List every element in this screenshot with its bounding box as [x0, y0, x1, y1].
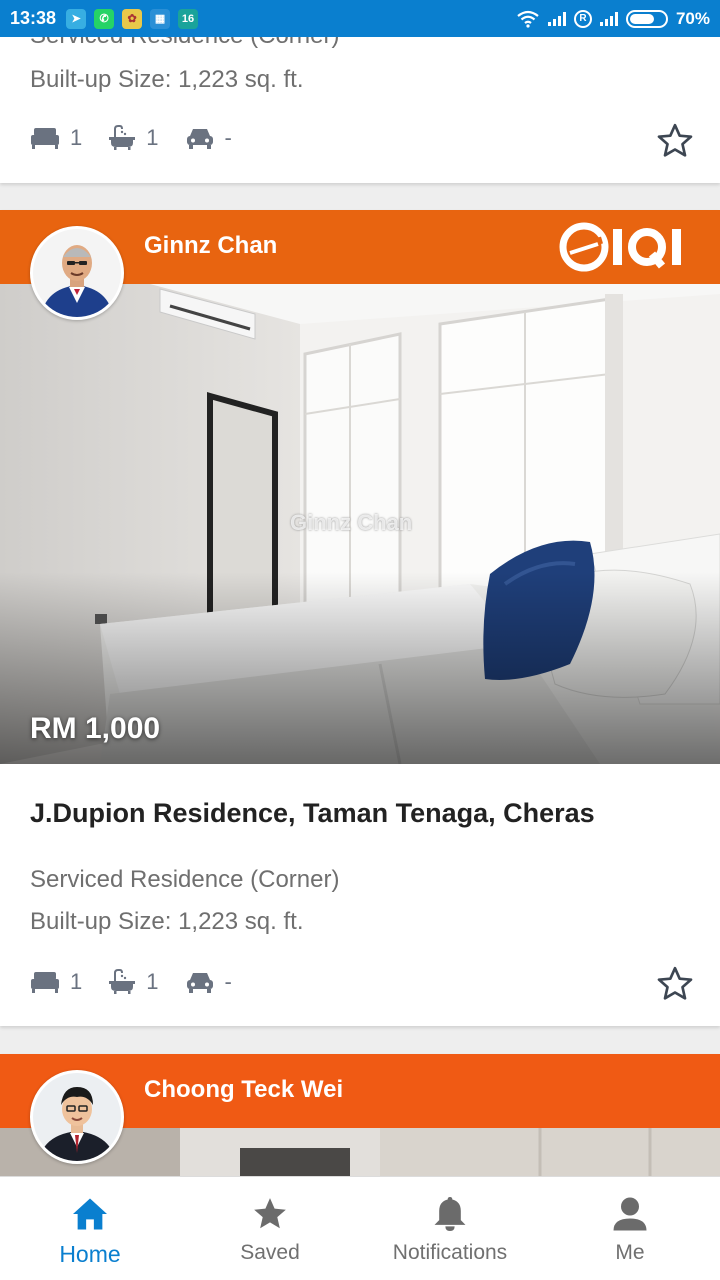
property-type: Serviced Residence (Corner)	[30, 866, 340, 893]
agent-name[interactable]: Choong Teck Wei	[144, 1076, 343, 1104]
wifi-icon	[517, 10, 539, 28]
bathroom-feature: 1	[108, 969, 159, 995]
app-notification-icon: ✿	[122, 8, 143, 29]
bottom-nav: Home Saved Notifications Me	[0, 1176, 720, 1280]
save-star-button[interactable]	[654, 963, 696, 1005]
agency-logo	[558, 220, 688, 279]
status-bar: 13:38 ➤ ✆ ✿ ▦ 16 R 70%	[0, 0, 720, 37]
bedroom-feature: 1	[30, 969, 82, 995]
calendar-icon: ▦	[150, 8, 171, 29]
home-icon	[71, 1193, 109, 1235]
nav-me[interactable]: Me	[540, 1177, 720, 1280]
bed-icon	[31, 128, 59, 149]
bathroom-feature: 1	[108, 125, 159, 151]
bedroom-count: 1	[70, 969, 83, 994]
star-outline-icon	[657, 966, 693, 1000]
car-icon	[186, 973, 213, 993]
parking-count: -	[224, 969, 232, 994]
nav-me-label: Me	[615, 1241, 645, 1264]
listing-card[interactable]: Ginnz Chan Ginnz Chan RM 1,000 J.Dupion …	[0, 210, 720, 1026]
parking-count: -	[224, 125, 232, 150]
nav-saved[interactable]: Saved	[180, 1177, 360, 1280]
star-outline-icon	[657, 123, 693, 157]
bathroom-count: 1	[146, 125, 159, 150]
signal-icon	[599, 11, 618, 26]
nav-saved-label: Saved	[240, 1241, 300, 1264]
status-time: 13:38	[10, 8, 57, 28]
bathtub-icon	[109, 125, 136, 150]
features-row: 1 1 -	[30, 125, 232, 151]
battery-level: 70%	[675, 8, 710, 28]
signal-icon	[547, 11, 566, 26]
agent-avatar[interactable]	[30, 226, 124, 320]
listing-price: RM 1,000	[30, 712, 161, 745]
built-up-size: Built-up Size: 1,223 sq. ft.	[30, 908, 304, 935]
bedroom-count: 1	[70, 125, 83, 150]
built-up-size: Built-up Size: 1,223 sq. ft.	[30, 66, 304, 93]
bathtub-icon	[109, 969, 136, 994]
features-row: 1 1 -	[30, 969, 232, 995]
battery-icon	[625, 9, 668, 28]
bedroom-feature: 1	[30, 125, 82, 151]
bed-icon	[31, 972, 59, 993]
listing-title[interactable]: J.Dupion Residence, Taman Tenaga, Cheras	[30, 798, 595, 829]
roaming-icon: R	[573, 9, 592, 28]
agent-name[interactable]: Ginnz Chan	[144, 232, 277, 260]
bathroom-count: 1	[146, 969, 159, 994]
star-icon	[251, 1193, 289, 1235]
nav-home-label: Home	[59, 1241, 121, 1267]
status-right: R 70%	[516, 9, 710, 29]
nav-home[interactable]: Home	[0, 1177, 180, 1280]
bell-icon	[433, 1193, 467, 1235]
agent-avatar[interactable]	[30, 1070, 124, 1164]
listing-photo[interactable]: Ginnz Chan RM 1,000	[0, 284, 720, 764]
whatsapp-icon: ✆	[94, 8, 115, 29]
parking-feature: -	[185, 969, 232, 995]
parking-feature: -	[185, 125, 232, 151]
nav-notifications[interactable]: Notifications	[360, 1177, 540, 1280]
car-icon	[186, 129, 213, 149]
save-star-button[interactable]	[654, 120, 696, 162]
screen: 13:38 ➤ ✆ ✿ ▦ 16 R 70% Serviced Residenc…	[0, 0, 720, 1280]
telegram-icon: ➤	[66, 8, 87, 29]
photo-watermark: Ginnz Chan	[290, 510, 413, 535]
badge-icon: 16	[178, 8, 199, 29]
person-icon	[613, 1193, 647, 1235]
nav-notifications-label: Notifications	[392, 1241, 508, 1264]
